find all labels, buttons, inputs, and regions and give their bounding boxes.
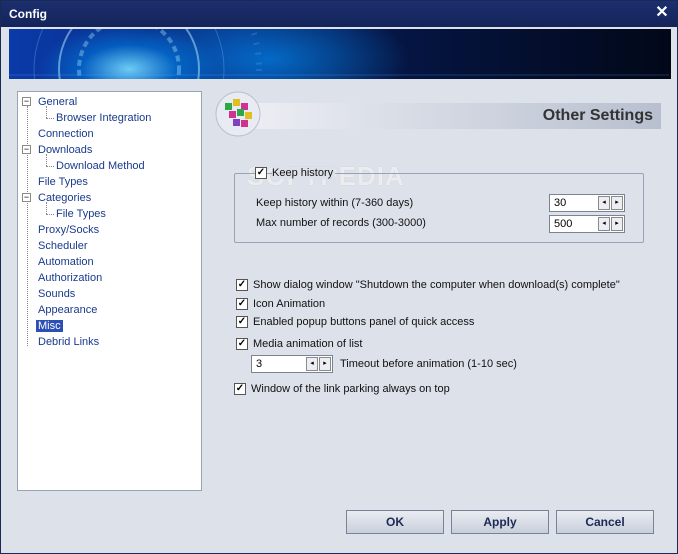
tree-item-downloads[interactable]: − Downloads [22,143,92,157]
keep-history-within-label: Keep history within (7-360 days) [256,197,414,209]
close-icon[interactable]: ✕ [653,4,671,22]
timeout-label: Timeout before animation (1-10 sec) [340,358,517,370]
keep-history-within-spinner[interactable]: 30 ◂ ▸ [549,194,625,212]
tree-item-download-method[interactable]: Download Method [56,159,145,173]
tree-item-label: Browser Integration [56,112,152,124]
tree-item-label: General [38,96,78,108]
increment-arrow-icon[interactable]: ▸ [611,217,623,231]
max-records-value[interactable]: 500 [554,218,572,230]
tree-connector [46,214,54,215]
tree-item-general[interactable]: − General [22,95,77,109]
ok-button[interactable]: OK [346,510,444,534]
timeout-value[interactable]: 3 [256,358,262,370]
timeout-spinner[interactable]: 3 ◂ ▸ [251,355,333,373]
tree-item-label: Downloads [38,144,93,156]
icon-animation-label: Icon Animation [253,298,326,310]
decrement-arrow-icon[interactable]: ◂ [598,217,610,231]
link-parking-checkbox[interactable]: ✓ [234,383,246,395]
tree-item-label: File Types [38,176,88,188]
collapse-icon[interactable]: − [22,145,31,154]
tree-item-label: Categories [38,192,92,204]
tree-item-label: File Types [56,208,106,220]
title-bar[interactable]: Config ✕ [1,1,677,27]
tree-item-label: Misc [36,320,63,332]
media-animation-label: Media animation of list [253,338,363,350]
header-banner [9,29,671,79]
keep-history-label: Keep history [272,167,336,179]
tree-item-scheduler[interactable]: Scheduler [38,239,88,253]
shutdown-dialog-checkbox[interactable]: ✓ [236,279,248,291]
increment-arrow-icon[interactable]: ▸ [319,357,331,371]
collapse-icon[interactable]: − [22,97,31,106]
cancel-button[interactable]: Cancel [556,510,654,534]
page-title: Other Settings [542,107,653,124]
tree-item-automation[interactable]: Automation [38,255,94,269]
window-title: Config [9,7,47,21]
banner-graphic [9,29,669,79]
icon-animation-checkbox[interactable]: ✓ [236,298,248,310]
tree-item-label: Authorization [38,272,103,284]
keep-history-checkbox[interactable]: ✓ [255,167,267,179]
decrement-arrow-icon[interactable]: ◂ [598,196,610,210]
tree-item-debrid-links[interactable]: Debrid Links [38,335,99,349]
settings-tree: − General Browser Integration Connection… [17,91,202,491]
tree-item-label: Connection [38,128,94,140]
tree-item-label: Proxy/Socks [38,224,100,236]
tree-item-connection[interactable]: Connection [38,127,94,141]
max-records-spinner[interactable]: 500 ◂ ▸ [549,215,625,233]
increment-arrow-icon[interactable]: ▸ [611,196,623,210]
popup-panel-checkbox[interactable]: ✓ [236,316,248,328]
decrement-arrow-icon[interactable]: ◂ [306,357,318,371]
tree-item-file-types[interactable]: File Types [38,175,88,189]
keep-history-within-value[interactable]: 30 [554,197,566,209]
tree-item-label: Scheduler [38,240,88,252]
tree-item-category-file-types[interactable]: File Types [56,207,106,221]
media-animation-checkbox[interactable]: ✓ [236,338,248,350]
tree-item-label: Download Method [56,160,145,172]
tree-item-label: Sounds [38,288,76,300]
tree-item-sounds[interactable]: Sounds [38,287,75,301]
tree-connector [46,118,54,119]
collapse-icon[interactable]: − [22,193,31,202]
config-window: Config ✕ − General Browser Integration C… [0,0,678,554]
tree-connector [46,166,54,167]
tree-item-label: Appearance [38,304,98,316]
settings-cubes-icon [215,91,261,137]
tree-item-browser-integration[interactable]: Browser Integration [56,111,151,125]
apply-button[interactable]: Apply [451,510,549,534]
popup-panel-label: Enabled popup buttons panel of quick acc… [253,316,475,328]
tree-item-label: Automation [38,256,94,268]
tree-item-proxy-socks[interactable]: Proxy/Socks [38,223,99,237]
tree-item-misc[interactable]: Misc [36,319,63,333]
max-records-label: Max number of records (300-3000) [256,217,426,229]
tree-connector [27,106,28,346]
shutdown-dialog-label: Show dialog window "Shutdown the compute… [253,279,620,291]
tree-item-label: Debrid Links [38,336,100,348]
section-header: Other Settings [233,103,661,129]
tree-item-categories[interactable]: − Categories [22,191,91,205]
link-parking-label: Window of the link parking always on top [251,383,450,395]
tree-item-appearance[interactable]: Appearance [38,303,97,317]
tree-item-authorization[interactable]: Authorization [38,271,102,285]
